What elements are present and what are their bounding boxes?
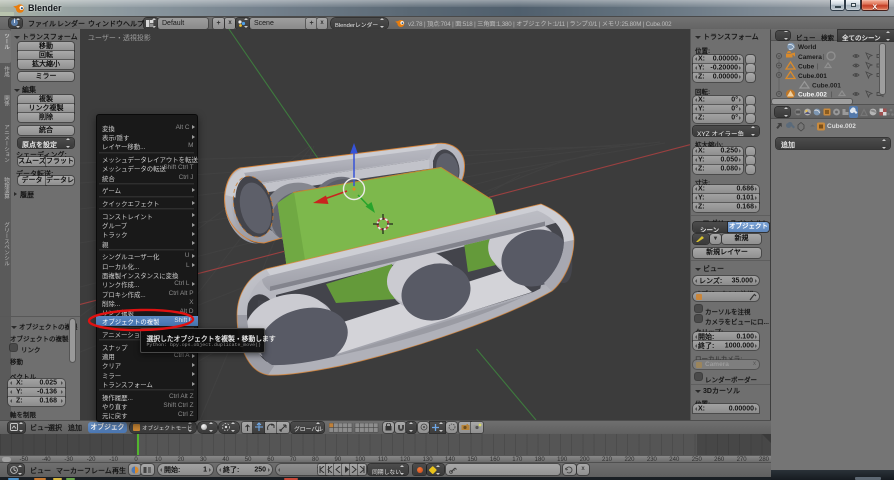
svg-text:Camera: Camera (798, 54, 822, 61)
svg-text:Cube.001: Cube.001 (798, 73, 827, 80)
svg-text:|: | (823, 55, 825, 61)
svg-text:World: World (798, 44, 816, 51)
svg-text:|: | (817, 64, 819, 70)
svg-text:Cube.001: Cube.001 (812, 83, 841, 90)
svg-text:|: | (831, 92, 833, 98)
svg-text:Cube: Cube (798, 64, 815, 71)
svg-text:Cube.002: Cube.002 (798, 92, 827, 99)
